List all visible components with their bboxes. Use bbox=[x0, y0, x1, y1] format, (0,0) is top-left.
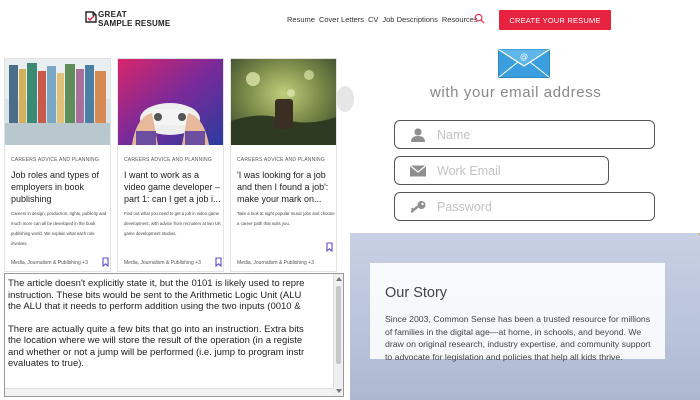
article-paragraph: The article doesn't explicitly state it,… bbox=[8, 278, 305, 312]
password-input[interactable] bbox=[437, 198, 597, 216]
article-body: The article doesn't explicitly state it,… bbox=[8, 278, 334, 381]
article-paragraph: There are actually quite a few bits that… bbox=[8, 323, 305, 370]
logo-text-top: GREAT bbox=[98, 10, 127, 19]
card-title[interactable]: I want to work as a video game developer… bbox=[124, 169, 222, 205]
hand-photo-fragment bbox=[698, 233, 700, 400]
card-tags[interactable]: Media, Journalism & Publishing +3 bbox=[124, 260, 201, 266]
name-field[interactable] bbox=[394, 120, 655, 149]
mail-icon bbox=[409, 165, 427, 177]
bookmark-icon[interactable] bbox=[102, 257, 109, 267]
article-text-area[interactable]: The article doesn't explicitly state it,… bbox=[4, 273, 344, 397]
scroll-down-arrow-icon[interactable] bbox=[336, 389, 342, 393]
user-icon bbox=[411, 128, 425, 142]
card-description: Careers in design, production, rights, p… bbox=[11, 211, 107, 246]
card-category: CAREERS ADVICE AND PLANNING bbox=[237, 157, 325, 163]
nav-item-cover-letters[interactable]: Cover Letters bbox=[319, 15, 364, 24]
signup-heading: with your email address bbox=[430, 84, 602, 101]
music-photo bbox=[231, 59, 336, 145]
card-category: CAREERS ADVICE AND PLANNING bbox=[11, 157, 99, 163]
card-description: Find out what you need to get a job in v… bbox=[124, 211, 221, 236]
svg-text:@: @ bbox=[520, 52, 528, 61]
card-description: Take a look at eight popular music jobs … bbox=[237, 211, 335, 226]
email-envelope-icon: @ bbox=[498, 49, 550, 78]
books-photo bbox=[5, 59, 110, 145]
email-field[interactable] bbox=[394, 156, 609, 185]
bookmark-icon[interactable] bbox=[215, 257, 222, 267]
create-resume-button[interactable]: CREATE YOUR RESUME bbox=[499, 10, 611, 30]
article-card[interactable]: CAREERS ADVICE AND PLANNING Job roles an… bbox=[4, 58, 111, 272]
logo-document-icon bbox=[85, 11, 97, 23]
main-nav: Resume Cover Letters CV Job Descriptions… bbox=[287, 15, 478, 24]
story-title: Our Story bbox=[385, 285, 448, 301]
nav-item-job-descriptions[interactable]: Job Descriptions bbox=[382, 15, 437, 24]
article-card[interactable]: CAREERS ADVICE AND PLANNING 'I was looki… bbox=[230, 58, 337, 272]
scrollbar-thumb[interactable] bbox=[336, 286, 341, 364]
name-input[interactable] bbox=[437, 126, 597, 144]
card-category: CAREERS ADVICE AND PLANNING bbox=[124, 157, 212, 163]
horizontal-scrollbar[interactable] bbox=[5, 388, 334, 396]
article-card[interactable]: CAREERS ADVICE AND PLANNING I want to wo… bbox=[117, 58, 224, 272]
article-cards: CAREERS ADVICE AND PLANNING Job roles an… bbox=[4, 58, 338, 272]
nav-item-resources[interactable]: Resources bbox=[442, 15, 478, 24]
email-input[interactable] bbox=[437, 162, 597, 180]
password-field[interactable] bbox=[394, 192, 655, 221]
scroll-up-arrow-icon[interactable] bbox=[336, 277, 342, 281]
site-logo[interactable]: GREAT SAMPLE RESUME bbox=[84, 9, 174, 31]
game-controller-photo bbox=[118, 59, 223, 145]
search-icon[interactable] bbox=[474, 13, 485, 24]
nav-item-cv[interactable]: CV bbox=[368, 15, 378, 24]
carousel-edge-handle[interactable] bbox=[336, 86, 354, 112]
story-text: Since 2003, Common Sense has been a trus… bbox=[385, 314, 651, 362]
card-tags[interactable]: Media, Journalism & Publishing +3 bbox=[237, 260, 314, 266]
site-header: GREAT SAMPLE RESUME Resume Cover Letters… bbox=[0, 0, 700, 38]
nav-item-resume[interactable]: Resume bbox=[287, 15, 315, 24]
vertical-scrollbar[interactable] bbox=[333, 274, 343, 396]
card-title[interactable]: 'I was looking for a job and then I foun… bbox=[237, 169, 335, 205]
card-tags[interactable]: Media, Journalism & Publishing +3 bbox=[11, 260, 88, 266]
bookmark-icon[interactable] bbox=[326, 242, 333, 252]
logo-text-bottom: SAMPLE RESUME bbox=[98, 19, 171, 28]
key-icon bbox=[410, 201, 426, 213]
card-title[interactable]: Job roles and types of employers in book… bbox=[11, 169, 109, 205]
